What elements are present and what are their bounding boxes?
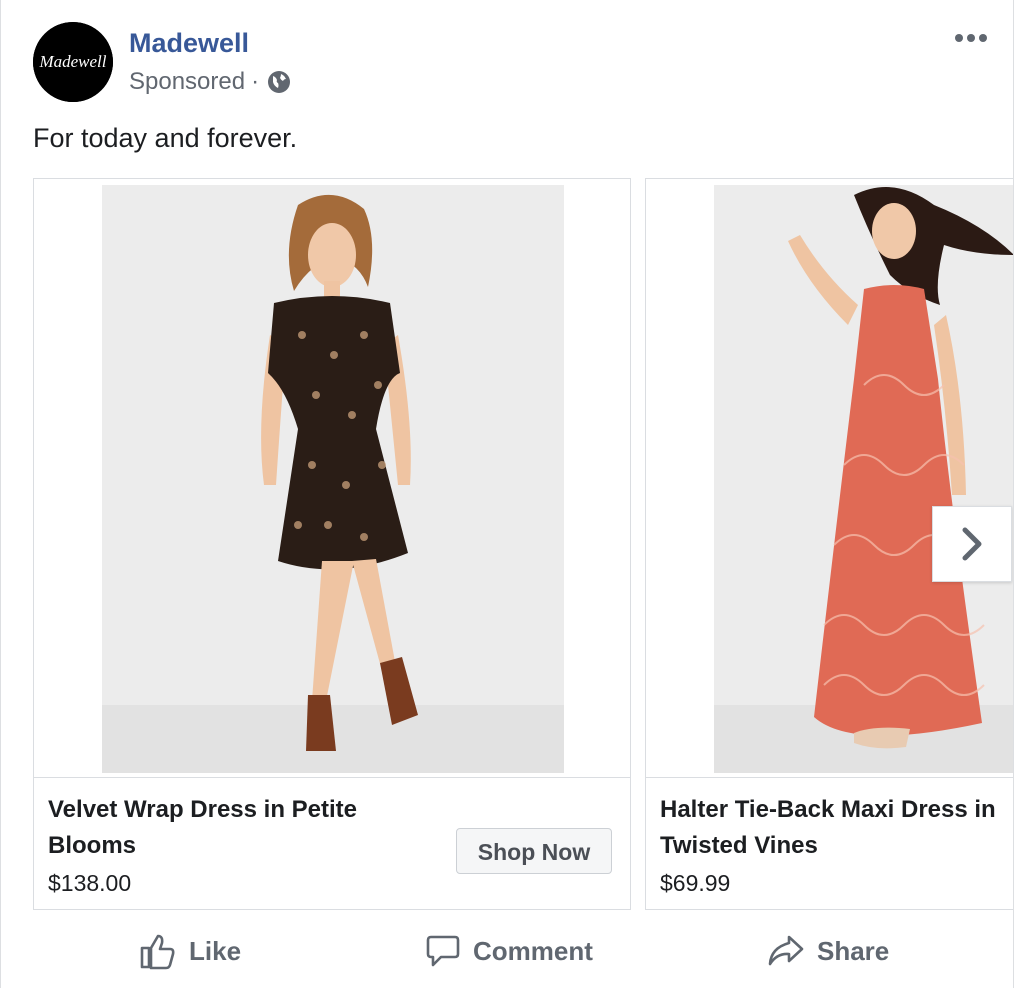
product-photo xyxy=(102,185,564,773)
product-carousel: Velvet Wrap Dress in Petite Blooms $138.… xyxy=(33,178,1013,910)
share-icon xyxy=(768,935,804,966)
product-photo xyxy=(714,185,1013,773)
product-price: $138.00 xyxy=(48,870,132,896)
post-message: For today and forever. xyxy=(33,123,298,153)
product-title[interactable]: Velvet Wrap Dress in Petite Blooms xyxy=(48,792,428,864)
comment-label: Comment xyxy=(473,935,593,966)
sponsored-post: Madewell Madewell Sponsored · For today … xyxy=(0,0,1014,988)
product-title[interactable]: Halter Tie-Back Maxi Dress in Twisted Vi… xyxy=(660,792,1013,864)
card-footer[interactable]: Velvet Wrap Dress in Petite Blooms $138.… xyxy=(34,777,630,910)
like-label: Like xyxy=(189,935,242,966)
sponsored-label[interactable]: Sponsored xyxy=(129,66,245,98)
chevron-right-icon xyxy=(962,527,982,561)
product-image[interactable] xyxy=(34,179,630,777)
carousel-card[interactable]: Velvet Wrap Dress in Petite Blooms $138.… xyxy=(33,178,631,910)
meta-separator: · xyxy=(251,68,260,95)
shop-now-button[interactable]: Shop Now xyxy=(456,828,612,874)
like-icon xyxy=(140,934,175,970)
comment-icon xyxy=(426,935,460,967)
comment-button[interactable]: Comment xyxy=(425,918,593,984)
product-image[interactable] xyxy=(646,179,1013,777)
product-title-text[interactable]: Halter Tie-Back Maxi Dress in Twisted Vi… xyxy=(660,796,996,859)
post-actions: Like Comment Share xyxy=(1,918,1013,984)
share-button[interactable]: Share xyxy=(767,918,889,984)
avatar-logo-text: Madewell xyxy=(38,52,106,71)
avatar[interactable]: Madewell xyxy=(33,22,113,102)
page-name-link[interactable]: Madewell xyxy=(129,26,249,60)
carousel-next-button[interactable] xyxy=(932,506,1012,582)
like-button[interactable]: Like xyxy=(139,918,241,984)
share-label: Share xyxy=(817,935,890,966)
product-price: $69.99 xyxy=(660,870,731,896)
more-icon xyxy=(955,34,987,42)
card-footer[interactable]: Halter Tie-Back Maxi Dress in Twisted Vi… xyxy=(646,777,1013,910)
post-meta: Sponsored · xyxy=(129,66,291,98)
globe-icon xyxy=(267,70,291,94)
more-options-button[interactable] xyxy=(951,26,991,50)
